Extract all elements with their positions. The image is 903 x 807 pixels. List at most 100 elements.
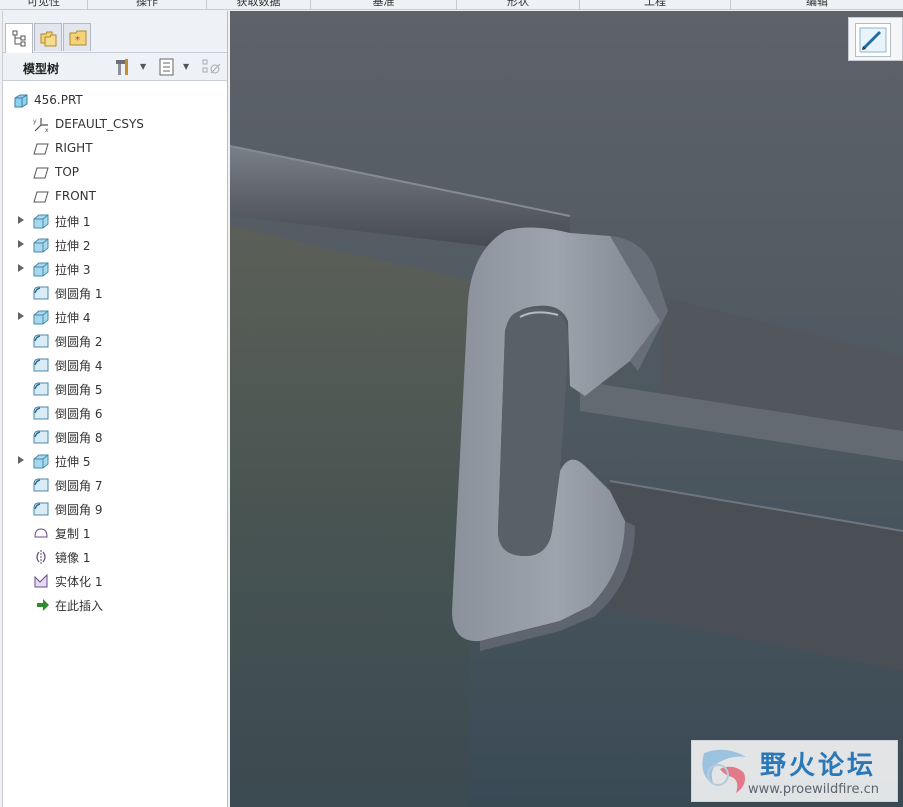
model-tree-panel: * 模型树 ▼ ▼ 456.PRT y x DEFAULT_CSYS RIGHT…	[2, 11, 228, 807]
watermark-url: www.proewildfire.cn	[748, 782, 879, 797]
round-icon	[33, 334, 49, 348]
tree-item-label: 倒圆角 4	[55, 359, 103, 373]
tree-item[interactable]: 复制 1	[3, 521, 227, 545]
tree-item[interactable]: 倒圆角 6	[3, 401, 227, 425]
ribbon-group-strip: 可见性 操作 获取数据 基准 形状 工程 编辑	[0, 0, 903, 10]
folder-icon	[40, 31, 57, 47]
tree-item-label: DEFAULT_CSYS	[55, 117, 144, 131]
graphics-toolbar	[848, 17, 903, 61]
tree-item-label: 456.PRT	[34, 93, 83, 107]
insert-here-arrow-icon	[37, 599, 49, 611]
navigator-tabs: *	[3, 11, 227, 54]
tree-item-label: 拉伸 5	[55, 455, 91, 469]
filter-disabled-icon[interactable]	[201, 57, 223, 77]
tree-item-label: 拉伸 1	[55, 215, 91, 229]
model-tree-tab-icon	[12, 30, 26, 47]
tree-item-label: 复制 1	[55, 527, 91, 541]
forum-watermark: 野火论坛 www.proewildfire.cn	[691, 740, 898, 802]
tree-item-label: TOP	[55, 165, 80, 179]
round-icon	[33, 478, 49, 492]
tree-item-label: 倒圆角 8	[55, 431, 103, 445]
extrude-icon	[33, 238, 49, 253]
show-list-icon[interactable]	[157, 57, 177, 77]
expand-arrow-icon[interactable]	[18, 312, 24, 320]
tree-item[interactable]: 倒圆角 5	[3, 377, 227, 401]
svg-text:*: *	[75, 35, 80, 46]
settings-tools-icon[interactable]	[113, 57, 133, 77]
datum-plane-icon	[33, 167, 49, 179]
datum-plane-icon	[33, 143, 49, 155]
sketch-display-button[interactable]	[855, 23, 891, 57]
tree-item-label: 倒圆角 1	[55, 287, 103, 301]
tree-item[interactable]: TOP	[3, 161, 227, 185]
watermark-title: 野火论坛	[760, 751, 877, 781]
expand-arrow-icon[interactable]	[18, 240, 24, 248]
tree-item[interactable]: 倒圆角 1	[3, 281, 227, 305]
tree-item-label: FRONT	[55, 189, 96, 203]
expand-arrow-icon[interactable]	[18, 216, 24, 224]
tree-item[interactable]: 拉伸 5	[3, 449, 227, 473]
tree-item-label: 在此插入	[55, 599, 104, 613]
tree-item[interactable]: 拉伸 2	[3, 233, 227, 257]
extrude-icon	[33, 454, 49, 469]
tree-item[interactable]: 倒圆角 9	[3, 497, 227, 521]
folder-browser-tab[interactable]	[34, 23, 62, 51]
tree-item-label: 实体化 1	[55, 575, 103, 589]
tree-item[interactable]: 镜像 1	[3, 545, 227, 569]
tree-item-label: 拉伸 4	[55, 311, 91, 325]
copy-surface-icon	[34, 528, 48, 538]
round-icon	[33, 286, 49, 300]
tree-item-label: 倒圆角 7	[55, 479, 103, 493]
tree-item[interactable]: 倒圆角 4	[3, 353, 227, 377]
tree-item[interactable]: y x DEFAULT_CSYS	[3, 113, 227, 137]
tree-item-label: RIGHT	[55, 141, 93, 155]
round-icon	[33, 406, 49, 420]
ribbon-group-visibility[interactable]: 可见性	[0, 0, 88, 9]
tree-item-label: 倒圆角 9	[55, 503, 103, 517]
forum-logo-icon	[702, 749, 746, 793]
svg-text:x: x	[45, 127, 49, 133]
model-tree-toolbar: 模型树 ▼ ▼	[3, 53, 227, 81]
tree-item[interactable]: 实体化 1	[3, 569, 227, 593]
expand-arrow-icon[interactable]	[18, 456, 24, 464]
tree-item[interactable]: 倒圆角 2	[3, 329, 227, 353]
tree-item[interactable]: 倒圆角 8	[3, 425, 227, 449]
part-icon	[14, 94, 28, 108]
ribbon-group-get-data[interactable]: 获取数据	[207, 0, 311, 9]
ribbon-group-editing[interactable]: 编辑	[731, 0, 903, 9]
favorites-tab[interactable]: *	[63, 23, 91, 51]
tree-item[interactable]: FRONT	[3, 185, 227, 209]
model-tree-tab[interactable]	[5, 23, 33, 54]
tree-item-insert-here[interactable]: 在此插入	[3, 593, 227, 617]
show-dropdown-chevron-icon[interactable]: ▼	[183, 62, 189, 71]
tree-item[interactable]: 拉伸 1	[3, 209, 227, 233]
ribbon-group-datum[interactable]: 基准	[311, 0, 457, 9]
svg-text:y: y	[33, 118, 37, 125]
settings-dropdown-chevron-icon[interactable]: ▼	[140, 62, 146, 71]
round-icon	[33, 430, 49, 444]
tree-item[interactable]: 倒圆角 7	[3, 473, 227, 497]
tree-item-label: 镜像 1	[55, 551, 91, 565]
round-icon	[33, 502, 49, 516]
tree-item-label: 倒圆角 6	[55, 407, 103, 421]
ribbon-group-shapes[interactable]: 形状	[457, 0, 580, 9]
favorites-folder-icon: *	[69, 30, 87, 46]
ribbon-group-engineering[interactable]: 工程	[580, 0, 731, 9]
tree-root-item[interactable]: 456.PRT	[3, 89, 227, 113]
tree-item[interactable]: 拉伸 3	[3, 257, 227, 281]
expand-arrow-icon[interactable]	[18, 264, 24, 272]
mirror-icon	[36, 550, 46, 564]
graphics-viewport[interactable]	[230, 11, 903, 807]
ribbon-group-operations[interactable]: 操作	[88, 0, 207, 9]
extrude-icon	[33, 310, 49, 325]
tree-item-label: 拉伸 2	[55, 239, 91, 253]
solidify-icon	[34, 573, 48, 588]
extrude-icon	[33, 262, 49, 277]
model-tree-title: 模型树	[23, 62, 60, 76]
tree-item-label: 倒圆角 2	[55, 335, 103, 349]
tree-item[interactable]: 拉伸 4	[3, 305, 227, 329]
tree-item[interactable]: RIGHT	[3, 137, 227, 161]
model-render	[230, 11, 903, 807]
round-icon	[33, 382, 49, 396]
extrude-icon	[33, 214, 49, 229]
